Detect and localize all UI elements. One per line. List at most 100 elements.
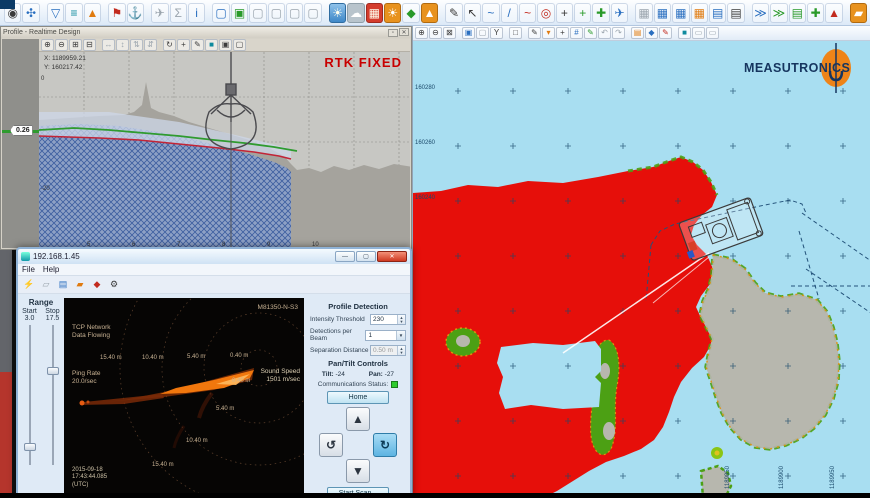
window-new-icon[interactable]: ▢: [212, 2, 230, 23]
sonar-titlebar[interactable]: 192.168.1.45 — ▢ ✕: [18, 249, 410, 264]
window-tile-icon[interactable]: ▢: [267, 2, 285, 23]
edit-icon[interactable]: ✎: [191, 39, 204, 51]
window-cascade-icon[interactable]: ▢: [249, 2, 267, 23]
pan-cw-button[interactable]: ↻: [373, 433, 397, 457]
pen-icon[interactable]: ✎: [445, 2, 463, 23]
info-icon[interactable]: i: [187, 2, 206, 23]
add-icon[interactable]: ✚: [807, 2, 825, 23]
pin-button[interactable]: ▫: [388, 28, 398, 37]
close-button[interactable]: ✕: [377, 250, 407, 262]
diver-flag-icon[interactable]: ⚑: [108, 2, 126, 23]
export-section-icon[interactable]: ≫: [770, 2, 788, 23]
save-open-icon[interactable]: ▦: [653, 2, 672, 23]
split-icon[interactable]: Y: [490, 27, 503, 39]
undo-icon[interactable]: ↶: [598, 27, 611, 39]
overlay-icon[interactable]: ■: [205, 39, 218, 51]
save-alert-icon[interactable]: ▦: [690, 2, 708, 23]
extents-h-icon[interactable]: ↔: [102, 39, 115, 51]
spline-red-icon[interactable]: ~: [518, 2, 537, 23]
extents-v-icon[interactable]: ↕: [116, 39, 129, 51]
table-icon[interactable]: ▤: [727, 2, 745, 23]
tilt-down-button[interactable]: ▼: [346, 459, 370, 483]
fan-icon[interactable]: ✣: [22, 2, 40, 23]
range-start-slider[interactable]: [23, 325, 36, 465]
scale-down-icon[interactable]: ⇵: [144, 39, 157, 51]
home-button[interactable]: Home: [327, 391, 389, 404]
range-stop-thumb[interactable]: [46, 367, 59, 375]
view-mountain-icon[interactable]: ▲: [420, 2, 439, 23]
zoom-extents-icon[interactable]: ⊟: [83, 39, 96, 51]
dozer-icon[interactable]: ▰: [849, 2, 868, 23]
copy-icon[interactable]: ▢: [476, 27, 489, 39]
equalizer-icon[interactable]: ≡: [65, 2, 83, 23]
view-sun-icon[interactable]: ☀: [384, 2, 402, 23]
pan-icon[interactable]: +: [556, 27, 569, 39]
minimize-button[interactable]: —: [335, 251, 355, 263]
triangle-add-icon[interactable]: ▲: [825, 2, 843, 23]
ring-red-icon[interactable]: ◎: [537, 2, 555, 23]
zoom-select-icon[interactable]: ⊠: [443, 27, 456, 39]
refresh-icon[interactable]: ↻: [163, 39, 176, 51]
zoom-in-icon[interactable]: ⊕: [41, 39, 54, 51]
person-add-icon[interactable]: ✚: [592, 2, 610, 23]
export-table-icon[interactable]: ▤: [788, 2, 807, 23]
settings-wrench-icon[interactable]: ⚙: [106, 277, 122, 292]
spline-blue-icon[interactable]: ~: [482, 2, 500, 23]
save-copy-icon[interactable]: ▦: [672, 2, 690, 23]
grid-select-icon[interactable]: #: [570, 27, 583, 39]
plane-blue-icon[interactable]: ✈: [610, 2, 629, 23]
palette-dropdown-icon[interactable]: ▾: [542, 27, 555, 39]
window-vertical-icon[interactable]: ▢: [304, 2, 322, 23]
pages-icon[interactable]: ▣: [462, 27, 475, 39]
line-blue-icon[interactable]: /: [500, 2, 518, 23]
marker-icon[interactable]: ◆: [645, 27, 658, 39]
settings-icon[interactable]: ▢: [233, 39, 246, 51]
close-button[interactable]: ✕: [399, 28, 409, 37]
intensity-threshold-input[interactable]: 230 ▲ ▼: [370, 314, 406, 325]
zoom-out-icon[interactable]: ⊖: [55, 39, 68, 51]
brush-red-icon[interactable]: ✎: [659, 27, 672, 39]
save-icon[interactable]: ▦: [635, 2, 653, 23]
sonar-display[interactable]: M81350-N-S3 TCP Network Data Flowing Ping…: [64, 298, 304, 494]
plane-gray-icon[interactable]: ✈: [151, 2, 169, 23]
pan-ccw-button[interactable]: ↺: [319, 433, 343, 457]
dredge-icon[interactable]: ⚓: [126, 2, 144, 23]
file-blue-icon[interactable]: ▤: [55, 277, 71, 292]
window-add-icon[interactable]: ▣: [230, 2, 249, 23]
export-profile-icon[interactable]: ≫: [751, 2, 770, 23]
filter-icon[interactable]: ▽: [46, 2, 65, 23]
alarm-icon[interactable]: ▲: [83, 2, 102, 23]
range-stop-slider[interactable]: [46, 325, 59, 465]
profile-plot[interactable]: RTK FIXED X: 1189959.21 Y: 160217.42 0 -2…: [39, 52, 410, 248]
redo-icon[interactable]: ↷: [612, 27, 625, 39]
overlay-icon[interactable]: ■: [678, 27, 691, 39]
menu-item[interactable]: Help: [43, 265, 59, 274]
view-horizon-icon[interactable]: ☀: [328, 2, 347, 23]
layer-add-icon[interactable]: ▤: [631, 27, 644, 39]
sigma-icon[interactable]: Σ: [169, 2, 187, 23]
zoom-window-icon[interactable]: ⊞: [69, 39, 82, 51]
detections-per-beam-select[interactable]: 1 ▼: [365, 329, 406, 341]
rectangle-icon[interactable]: □: [509, 27, 522, 39]
layers-icon[interactable]: ▣: [219, 39, 232, 51]
view-matrix-icon[interactable]: ▦: [365, 2, 384, 23]
cursor-icon[interactable]: ↖: [463, 2, 482, 23]
zoom-in-icon[interactable]: ⊕: [415, 27, 428, 39]
zoom-out-icon[interactable]: ⊖: [429, 27, 442, 39]
view-colors-icon[interactable]: ◆: [402, 2, 420, 23]
pan-icon[interactable]: +: [177, 39, 190, 51]
target-icon[interactable]: +: [555, 2, 574, 23]
scale-up-icon[interactable]: ⇅: [130, 39, 143, 51]
capture-icon[interactable]: ◆: [89, 277, 105, 292]
range-start-thumb[interactable]: [23, 443, 36, 451]
separation-distance-input[interactable]: 0.50 m ▲ ▼: [370, 345, 406, 356]
maximize-button[interactable]: ▢: [356, 250, 376, 262]
table-save-icon[interactable]: ▤: [708, 2, 727, 23]
window-horizontal-icon[interactable]: ▢: [285, 2, 304, 23]
open-folder-icon[interactable]: ▱: [38, 277, 54, 292]
folder2-icon[interactable]: ▭: [706, 27, 719, 39]
map-canvas[interactable]: MEASUTRONICS 160280 160260 160240 1189850 1…: [413, 41, 870, 498]
tilt-up-button[interactable]: ▲: [346, 407, 370, 431]
folder-icon[interactable]: ▭: [692, 27, 705, 39]
profile-titlebar[interactable]: Profile - Realtime Design ▫ ✕: [1, 27, 411, 38]
